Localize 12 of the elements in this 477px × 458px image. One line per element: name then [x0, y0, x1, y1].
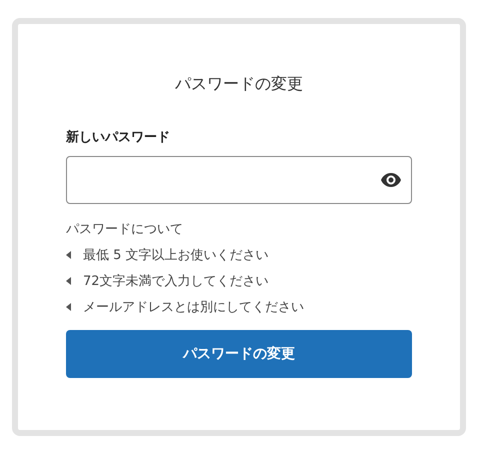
submit-button[interactable]: パスワードの変更: [66, 330, 412, 378]
triangle-icon: [66, 303, 71, 311]
rule-text: 最低 5 文字以上お使いください: [83, 247, 269, 264]
triangle-icon: [66, 251, 71, 259]
rules-heading: パスワードについて: [66, 221, 184, 238]
password-field[interactable]: [66, 156, 412, 204]
eye-icon[interactable]: [381, 173, 401, 187]
page-title: パスワードの変更: [174, 74, 304, 95]
field-label: 新しいパスワード: [66, 128, 171, 146]
rule-text: メールアドレスとは別にしてください: [83, 299, 304, 316]
triangle-icon: [66, 277, 71, 285]
rule-text: 72文字未満で入力してください: [83, 273, 269, 290]
